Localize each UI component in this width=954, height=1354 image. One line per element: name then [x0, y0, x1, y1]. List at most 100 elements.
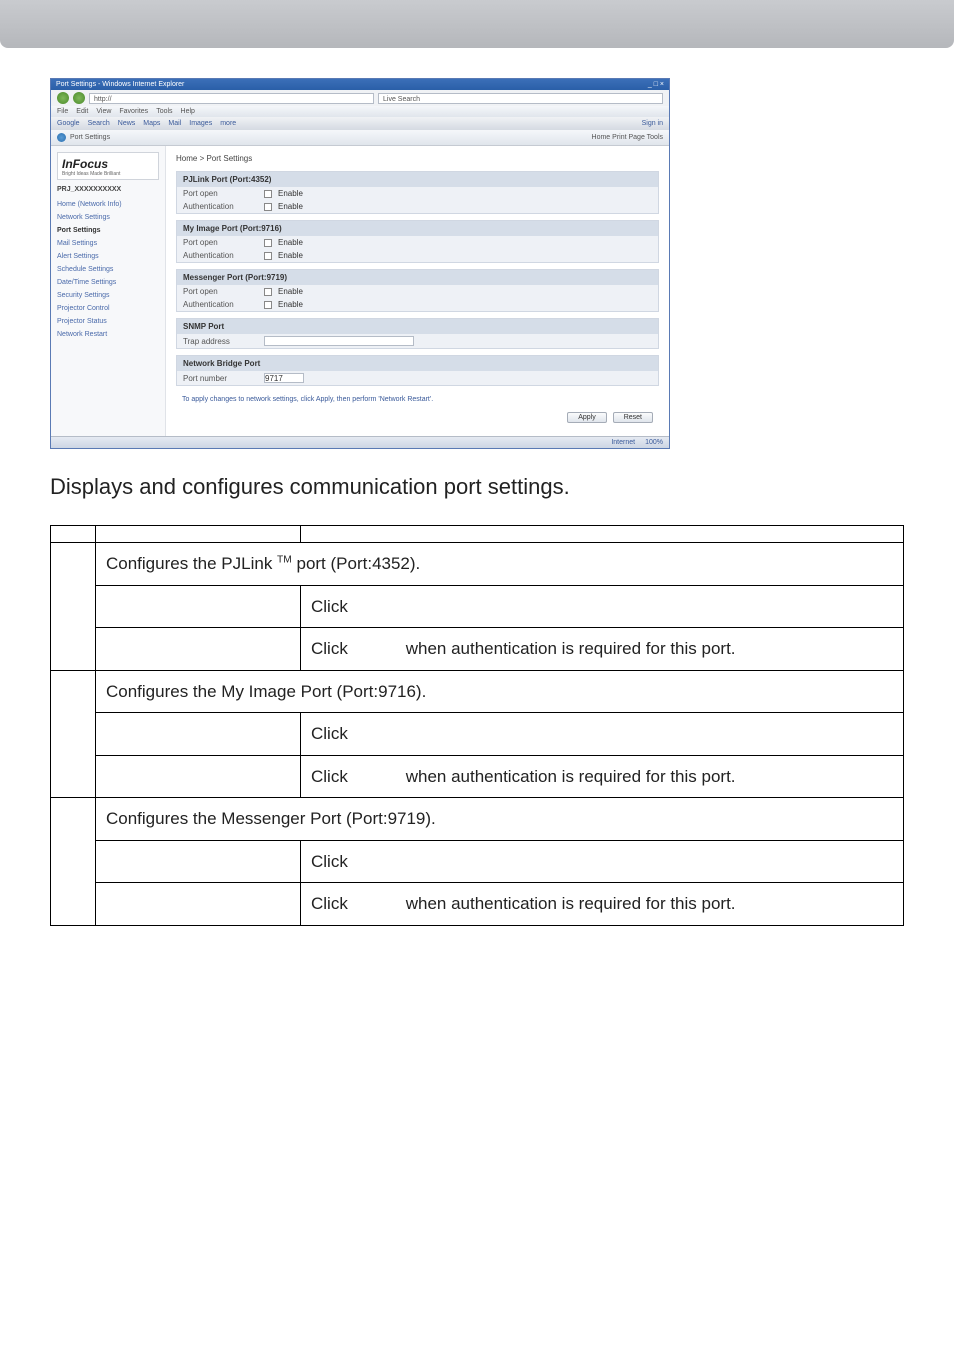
- pjlink-header-cell: Configures the PJLink TM port (Port:4352…: [96, 543, 904, 586]
- messenger-section: Messenger Port (Port:9719) Port open Ena…: [176, 269, 659, 312]
- sidebar-item-status[interactable]: Projector Status: [57, 315, 159, 328]
- port-settings-screenshot: Port Settings - Windows Internet Explore…: [50, 78, 670, 449]
- checkbox-icon[interactable]: [264, 190, 272, 198]
- reset-button[interactable]: Reset: [613, 412, 653, 423]
- table-row: Configures the PJLink TM port (Port:4352…: [51, 543, 904, 586]
- table-row: Click when authentication is required fo…: [51, 755, 904, 798]
- row-label: Port number: [183, 374, 258, 383]
- linkbar-search[interactable]: Search: [88, 120, 110, 127]
- click-label: Click: [311, 724, 348, 743]
- messenger-auth-row: Authentication Enable: [177, 298, 658, 311]
- apply-note: To apply changes to network settings, cl…: [176, 392, 659, 407]
- linkbar-mail[interactable]: Mail: [168, 120, 181, 127]
- checkbox-icon[interactable]: [264, 252, 272, 260]
- table-row: [51, 526, 904, 543]
- browser-titlebar: Port Settings - Windows Internet Explore…: [51, 79, 669, 90]
- linkbar-signin[interactable]: Sign in: [642, 120, 663, 127]
- window-controls[interactable]: _ □ ×: [648, 81, 664, 88]
- sidebar-item-network[interactable]: Network Settings: [57, 211, 159, 224]
- browser-address-row: http:// Live Search: [51, 90, 669, 106]
- menu-help[interactable]: Help: [181, 108, 195, 115]
- enable-text: Enable: [278, 238, 303, 247]
- messenger-title: Messenger Port (Port:9719): [177, 270, 658, 285]
- menu-edit[interactable]: Edit: [76, 108, 88, 115]
- apply-button[interactable]: Apply: [567, 412, 607, 423]
- model-number: PRJ_XXXXXXXXXX: [57, 186, 159, 193]
- favicon-icon: [57, 133, 66, 142]
- sidebar-item-port[interactable]: Port Settings: [57, 224, 159, 237]
- sidebar-item-restart[interactable]: Network Restart: [57, 328, 159, 341]
- row-label: Port open: [183, 287, 258, 296]
- auth-suffix: when authentication is required for this…: [401, 767, 736, 786]
- menu-file[interactable]: File: [57, 108, 68, 115]
- checkbox-icon[interactable]: [264, 203, 272, 211]
- click-label: Click: [311, 636, 401, 662]
- status-internet: Internet: [611, 439, 635, 446]
- checkbox-icon[interactable]: [264, 301, 272, 309]
- sidebar-item-control[interactable]: Projector Control: [57, 302, 159, 315]
- checkbox-icon[interactable]: [264, 239, 272, 247]
- browser-menubar[interactable]: File Edit View Favorites Tools Help: [51, 106, 669, 117]
- myimage-auth-row: Authentication Enable: [177, 249, 658, 262]
- window-title: Port Settings - Windows Internet Explore…: [56, 81, 184, 88]
- tab-label[interactable]: Port Settings: [70, 134, 110, 141]
- myimage-title: My Image Port (Port:9716): [177, 221, 658, 236]
- config-table: Configures the PJLink TM port (Port:4352…: [50, 525, 904, 926]
- browser-linkbar: Google Search News Maps Mail Images more…: [51, 117, 669, 130]
- forward-button-icon[interactable]: [73, 92, 85, 104]
- cell: [96, 585, 301, 628]
- row-label: Authentication: [183, 300, 258, 309]
- click-label: Click: [311, 597, 348, 616]
- sidebar-item-datetime[interactable]: Date/Time Settings: [57, 276, 159, 289]
- click-label: Click: [311, 891, 401, 917]
- cell: [96, 840, 301, 883]
- myimage-header-cell: Configures the My Image Port (Port:9716)…: [96, 670, 904, 713]
- trap-address-input[interactable]: [264, 336, 414, 346]
- sidebar-item-alert[interactable]: Alert Settings: [57, 250, 159, 263]
- sidebar-item-security[interactable]: Security Settings: [57, 289, 159, 302]
- enable-text: Enable: [278, 202, 303, 211]
- back-button-icon[interactable]: [57, 92, 69, 104]
- click-label: Click: [311, 764, 401, 790]
- click-label: Click: [311, 852, 348, 871]
- cell: [96, 755, 301, 798]
- checkbox-icon[interactable]: [264, 288, 272, 296]
- snmp-trap-row: Trap address: [177, 334, 658, 348]
- sidebar-item-home[interactable]: Home (Network Info): [57, 198, 159, 211]
- logo-box: InFocus Bright Ideas Made Brilliant: [57, 152, 159, 180]
- page-header-bar: [0, 0, 954, 48]
- cell: [51, 526, 96, 543]
- linkbar-maps[interactable]: Maps: [143, 120, 160, 127]
- linkbar-images[interactable]: Images: [189, 120, 212, 127]
- bridge-port-row: Port number 9717: [177, 371, 658, 385]
- sidebar-item-schedule[interactable]: Schedule Settings: [57, 263, 159, 276]
- sidebar-item-mail[interactable]: Mail Settings: [57, 237, 159, 250]
- table-row: Click: [51, 840, 904, 883]
- search-box[interactable]: Live Search: [378, 93, 663, 104]
- toolbar-right[interactable]: Home Print Page Tools: [592, 134, 663, 141]
- messenger-open-row: Port open Enable: [177, 285, 658, 298]
- port-number-input[interactable]: 9717: [264, 373, 304, 383]
- linkbar-news[interactable]: News: [118, 120, 136, 127]
- cell: Click: [301, 713, 904, 756]
- menu-tools[interactable]: Tools: [156, 108, 172, 115]
- cell: [96, 628, 301, 671]
- table-row: Click when authentication is required fo…: [51, 883, 904, 926]
- button-row: Apply Reset: [176, 407, 659, 428]
- app-body: InFocus Bright Ideas Made Brilliant PRJ_…: [51, 146, 669, 436]
- status-zoom: 100%: [645, 439, 663, 446]
- pjlink-title: PJLink Port (Port:4352): [177, 172, 658, 187]
- row-label: Authentication: [183, 202, 258, 211]
- menu-view[interactable]: View: [96, 108, 111, 115]
- row-label: Port open: [183, 238, 258, 247]
- table-row: Configures the My Image Port (Port:9716)…: [51, 670, 904, 713]
- table-row: Click: [51, 585, 904, 628]
- menu-favorites[interactable]: Favorites: [119, 108, 148, 115]
- address-bar[interactable]: http://: [89, 93, 374, 104]
- myimage-open-row: Port open Enable: [177, 236, 658, 249]
- cell: [96, 526, 301, 543]
- caption-text: Displays and configures communication po…: [50, 474, 904, 500]
- cell: Click: [301, 840, 904, 883]
- row-label: Port open: [183, 189, 258, 198]
- linkbar-more[interactable]: more: [220, 120, 236, 127]
